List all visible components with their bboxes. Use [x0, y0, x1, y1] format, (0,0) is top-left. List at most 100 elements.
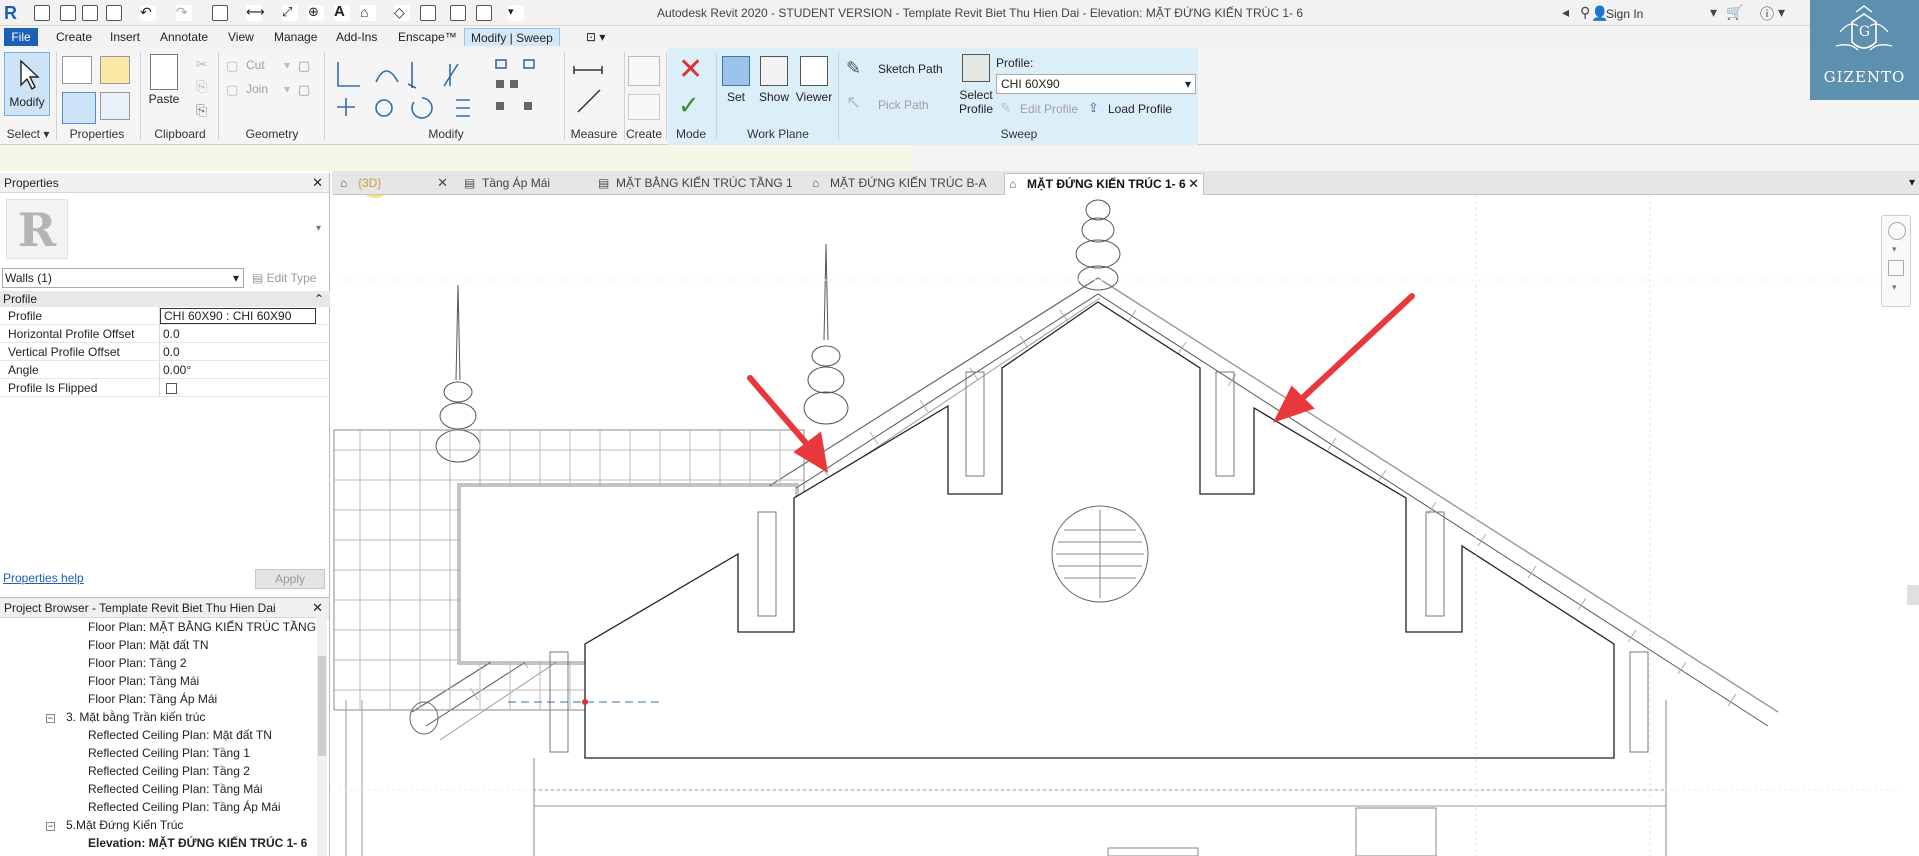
elevation-drawing[interactable] [332, 195, 1919, 856]
steering-wheel-icon[interactable] [1888, 222, 1906, 240]
tree-item[interactable]: Reflected Ceiling Plan: Mặt đất TN [88, 726, 272, 744]
tree-item[interactable]: Reflected Ceiling Plan: Tầng 1 [88, 744, 250, 762]
edit-profile-label[interactable]: Edit Profile [1020, 102, 1078, 116]
close-icon[interactable]: ✕ [312, 598, 323, 618]
sign-in-link[interactable]: Sign In [1606, 7, 1643, 21]
chevron-down-icon[interactable]: ▾ [1892, 282, 1897, 293]
save-icon[interactable] [82, 5, 98, 21]
tab-enscape[interactable]: Enscape™ [392, 28, 463, 46]
cart-icon[interactable]: 🛒 [1726, 4, 1743, 21]
property-row[interactable]: Angle 0.00° [0, 361, 330, 379]
split-face-icon[interactable]: ▢ [298, 58, 310, 74]
measure-icon[interactable]: ⟷ [246, 5, 265, 21]
binoculars-icon[interactable]: ⚲ [1580, 4, 1590, 21]
family-category-icon[interactable] [100, 92, 130, 120]
tree-item[interactable]: Reflected Ceiling Plan: Tầng Áp Mái [88, 798, 281, 816]
cancel-edit-icon[interactable]: ✕ [678, 52, 703, 87]
tree-item[interactable]: Floor Plan: Tầng Mái [88, 672, 199, 690]
cut-dropdown-icon[interactable]: ▾ [284, 58, 290, 72]
create-group-icon[interactable] [628, 94, 660, 120]
type-properties-icon[interactable] [62, 56, 92, 84]
angle-field[interactable]: 0.00° [160, 361, 330, 378]
navigation-bar[interactable]: ▾ ▾ [1881, 215, 1911, 307]
apply-button[interactable]: Apply [255, 569, 325, 589]
tree-item[interactable]: Reflected Ceiling Plan: Tầng 2 [88, 762, 250, 780]
dimension-icon[interactable]: ⤢ [282, 5, 298, 21]
property-row[interactable]: Profile Is Flipped [0, 379, 330, 397]
browser-scroll-thumb[interactable] [318, 656, 326, 756]
help-icon[interactable]: ⓘ [1760, 4, 1774, 24]
select-profile-label[interactable]: Select Profile [956, 88, 996, 116]
switch-windows-icon[interactable] [476, 5, 492, 21]
join-dropdown-icon[interactable]: ▾ [284, 82, 290, 96]
open-project-icon[interactable] [60, 5, 76, 21]
workplane-viewer-icon[interactable] [800, 56, 828, 86]
type-dropdown-icon[interactable]: ▾ [316, 223, 321, 234]
info-center-chevron-icon[interactable]: ◂ [1562, 4, 1569, 21]
property-row[interactable]: Horizontal Profile Offset 0.0 [0, 325, 330, 343]
open-icon[interactable] [34, 5, 50, 21]
close-icon[interactable]: ✕ [437, 173, 448, 193]
set-workplane-icon[interactable] [722, 56, 750, 86]
tree-item[interactable]: Floor Plan: MẶT BẰNG KIẾN TRÚC TẦNG 1 [88, 618, 326, 636]
chevron-down-icon[interactable]: ▾ [1892, 244, 1897, 255]
vertical-offset-field[interactable]: 0.0 [160, 343, 330, 360]
tab-manage[interactable]: Manage [268, 28, 323, 46]
tabs-overflow-icon[interactable]: ▾ [1909, 175, 1915, 189]
join-label[interactable]: Join [246, 82, 268, 96]
select-panel-label[interactable]: Select ▾ [4, 127, 52, 141]
tab-add-ins[interactable]: Add-Ins [330, 28, 383, 46]
family-types-icon[interactable] [100, 56, 130, 84]
horizontal-offset-field[interactable]: 0.0 [160, 325, 330, 342]
minimize-ribbon-icon[interactable]: ⊡ ▾ [580, 28, 611, 46]
set-label[interactable]: Set [720, 90, 752, 104]
collapse-icon[interactable]: ⌃ [314, 291, 324, 307]
view-tab-3d[interactable]: ⌂ {3D} ✕ [336, 173, 452, 195]
profile-flipped-checkbox[interactable] [166, 383, 177, 394]
paste-label[interactable]: Paste [146, 92, 182, 106]
property-row[interactable]: Vertical Profile Offset 0.0 [0, 343, 330, 361]
sketch-path-label[interactable]: Sketch Path [878, 62, 943, 76]
load-profile-icon[interactable]: ⇪ [1088, 100, 1099, 116]
edit-profile-icon[interactable]: ✎ [1000, 100, 1011, 116]
cope-icon[interactable]: ▢ [226, 58, 238, 74]
redo-icon[interactable]: ↷ [176, 5, 192, 21]
tab-modify-sweep[interactable]: Modify | Sweep [464, 28, 560, 46]
tab-create[interactable]: Create [50, 28, 98, 46]
profile-value-field[interactable]: CHI 60X90 : CHI 60X90 [160, 308, 316, 324]
print-icon[interactable] [212, 5, 228, 21]
tab-file[interactable]: File [4, 28, 38, 46]
zoom-icon[interactable] [1888, 260, 1904, 276]
tree-item[interactable]: Floor Plan: Mặt đất TN [88, 636, 209, 654]
edit-type-button[interactable]: ▤ Edit Type [252, 268, 316, 288]
sketch-path-icon[interactable]: ✎ [846, 58, 861, 79]
qat-dropdown-icon[interactable]: ▾ [508, 5, 524, 21]
pick-path-icon[interactable]: ↖ [846, 92, 861, 113]
viewer-label[interactable]: Viewer [794, 90, 834, 104]
collapse-icon[interactable]: − [46, 714, 55, 723]
thin-lines-icon[interactable] [420, 5, 436, 21]
paint-icon[interactable]: ▢ [298, 82, 310, 98]
cut-geometry-label[interactable]: Cut [246, 58, 265, 72]
view-tab-tang-ap-mai[interactable]: ▤ Tầng Áp Mái [460, 173, 590, 195]
properties-toggle-icon[interactable] [62, 92, 96, 124]
create-component-icon[interactable] [628, 56, 660, 86]
select-profile-icon[interactable] [962, 54, 990, 82]
profile-dropdown[interactable]: CHI 60X90 ▾ [996, 74, 1196, 94]
modify-tools-icon[interactable] [332, 54, 562, 124]
property-row[interactable]: Profile CHI 60X90 : CHI 60X90 [0, 307, 330, 325]
sync-icon[interactable] [106, 5, 122, 21]
modify-button[interactable]: Modify [4, 52, 50, 116]
tree-item[interactable]: Reflected Ceiling Plan: Tầng Mái [88, 780, 263, 798]
type-selector[interactable]: Walls (1) ▾ [2, 268, 244, 288]
view-tab-mat-bang-tang-1[interactable]: ▤ MẶT BẰNG KIẾN TRÚC TẦNG 1 [594, 173, 814, 195]
tab-view[interactable]: View [222, 28, 260, 46]
close-icon[interactable]: ✕ [1188, 174, 1199, 194]
tree-item[interactable]: Floor Plan: Tầng 2 [88, 654, 187, 672]
finish-edit-icon[interactable]: ✓ [678, 90, 700, 121]
tree-item[interactable]: Floor Plan: Tầng Áp Mái [88, 690, 217, 708]
view-tab-mat-dung-b-a[interactable]: ⌂ MẶT ĐỨNG KIẾN TRÚC B-A [808, 173, 1008, 195]
signin-dropdown-icon[interactable]: ▾ [1710, 4, 1717, 21]
show-label[interactable]: Show [756, 90, 792, 104]
load-profile-label[interactable]: Load Profile [1108, 102, 1172, 116]
